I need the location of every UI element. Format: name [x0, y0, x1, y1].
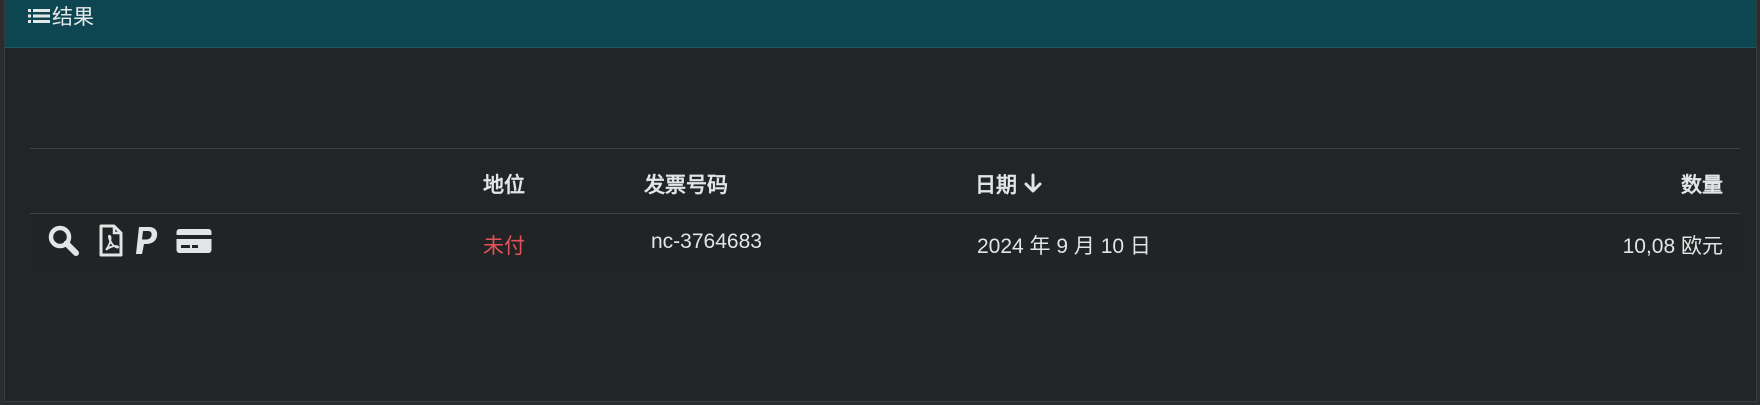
panel-title-text: 结果	[52, 6, 94, 29]
column-header-amount[interactable]: 数量	[1681, 169, 1723, 199]
search-icon	[48, 225, 79, 256]
table-header: 地位 发票号码 日期 数量	[30, 148, 1740, 214]
table-row: 未付 nc-3764683 2024 年 9 月 10 日 10,08 欧元	[30, 214, 1740, 272]
column-header-date[interactable]: 日期	[975, 169, 1043, 199]
view-invoice-button[interactable]	[47, 225, 81, 257]
column-header-invoice-number[interactable]: 发票号码	[644, 169, 728, 199]
results-panel: 结果 地位 发票号码 日期 数量 未付 nc-3764683 2024 年 9 …	[4, 0, 1757, 402]
paypal-icon	[136, 227, 158, 254]
pay-with-paypal-button[interactable]	[133, 225, 161, 257]
invoice-date: 2024 年 9 月 10 日	[977, 235, 1151, 258]
invoice-table: 地位 发票号码 日期 数量 未付 nc-3764683 2024 年 9 月 1…	[30, 148, 1740, 272]
pdf-file-icon	[99, 224, 123, 257]
download-pdf-button[interactable]	[98, 224, 124, 258]
panel-title: 结果	[27, 3, 94, 29]
credit-card-icon	[176, 229, 212, 253]
list-icon	[28, 9, 50, 23]
row-actions	[47, 224, 213, 258]
panel-header: 结果	[5, 0, 1756, 48]
invoice-amount: 10,08 欧元	[1622, 235, 1723, 258]
arrow-down-icon	[1024, 173, 1042, 193]
status-badge: 未付	[483, 235, 525, 258]
invoice-number: nc-3764683	[651, 230, 762, 253]
column-header-status[interactable]: 地位	[483, 169, 525, 199]
pay-with-card-button[interactable]	[175, 226, 213, 256]
